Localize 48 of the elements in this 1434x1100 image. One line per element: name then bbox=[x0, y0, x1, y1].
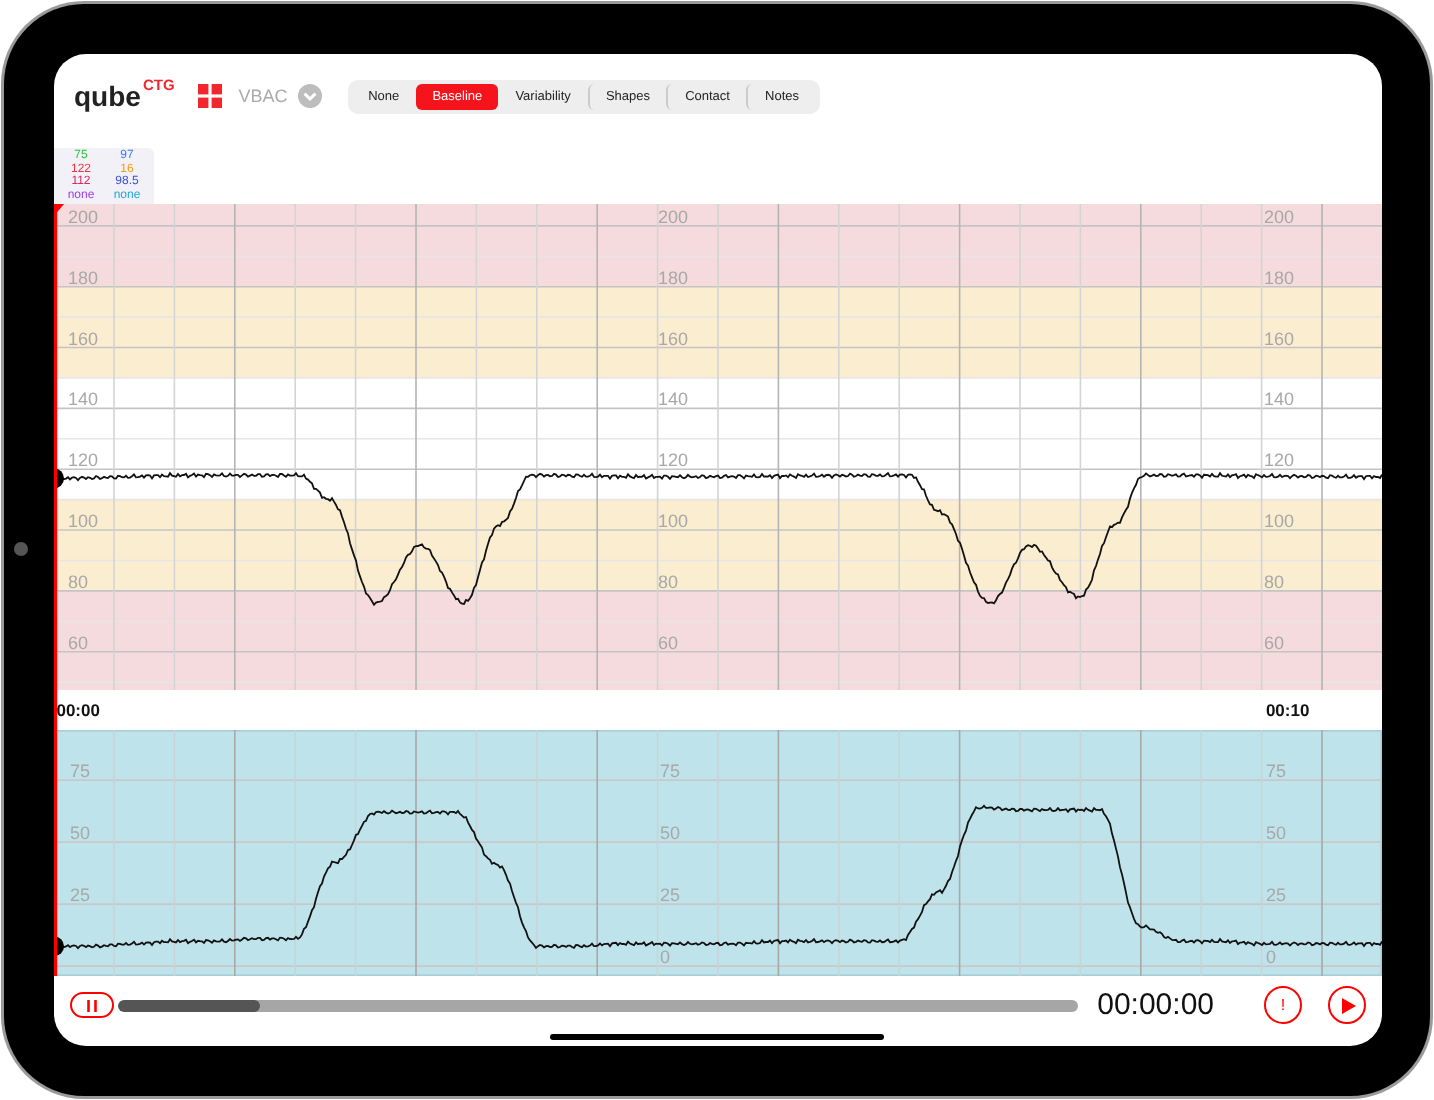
axis-label: 120 bbox=[658, 450, 689, 471]
axis-label: 140 bbox=[68, 389, 99, 410]
axis-label: 60 bbox=[658, 632, 679, 653]
camera-dot bbox=[14, 542, 28, 556]
axis-label: 60 bbox=[68, 632, 89, 653]
axis-label: 25 bbox=[70, 885, 91, 906]
axis-label: 180 bbox=[68, 267, 99, 288]
time-display: 00:00:00 bbox=[1097, 988, 1214, 1022]
time-label: 00:10 bbox=[1265, 699, 1310, 720]
axis-label: 100 bbox=[1264, 511, 1295, 532]
play-button[interactable] bbox=[1328, 986, 1366, 1024]
axis-label: 80 bbox=[658, 571, 679, 592]
play-icon bbox=[1339, 997, 1355, 1013]
axis-label: 160 bbox=[658, 328, 689, 349]
axis-label: 200 bbox=[658, 206, 689, 227]
axis-label: 120 bbox=[68, 450, 99, 471]
axis-label: 160 bbox=[1264, 328, 1295, 349]
axis-label: 25 bbox=[660, 885, 681, 906]
mode-label: VBAC bbox=[238, 86, 288, 106]
axis-label: 80 bbox=[1264, 571, 1285, 592]
axis-label: 80 bbox=[68, 571, 89, 592]
logo-text: qube bbox=[74, 80, 141, 112]
axis-label: 140 bbox=[658, 389, 689, 410]
pause-button[interactable] bbox=[70, 992, 114, 1018]
axis-label: 75 bbox=[70, 761, 91, 782]
progress-track[interactable] bbox=[118, 999, 1078, 1011]
axis-label: 0 bbox=[1266, 947, 1277, 968]
axis-label: 200 bbox=[68, 206, 99, 227]
axis-label: 100 bbox=[68, 511, 99, 532]
axis-label: 140 bbox=[1264, 389, 1295, 410]
axis-label: 120 bbox=[1264, 450, 1295, 471]
axis-label: 50 bbox=[70, 823, 91, 844]
time-label: 00:00 bbox=[56, 699, 100, 720]
axis-label: 180 bbox=[658, 267, 689, 288]
axis-label: 200 bbox=[1264, 206, 1295, 227]
axis-label: 25 bbox=[1266, 885, 1287, 906]
alert-button[interactable]: ! bbox=[1264, 986, 1302, 1024]
pause-icon bbox=[86, 999, 98, 1011]
grid-icon[interactable] bbox=[198, 84, 223, 108]
axis-label: 75 bbox=[660, 761, 681, 782]
axis-label: 60 bbox=[1264, 632, 1285, 653]
axis-label: 50 bbox=[1266, 823, 1287, 844]
axis-label: 160 bbox=[68, 328, 99, 349]
axis-label: 100 bbox=[658, 511, 689, 532]
axis-label: 75 bbox=[1266, 761, 1287, 782]
axis-label: 0 bbox=[660, 947, 671, 968]
axis-label: 180 bbox=[1264, 267, 1295, 288]
axis-label: 50 bbox=[660, 823, 681, 844]
